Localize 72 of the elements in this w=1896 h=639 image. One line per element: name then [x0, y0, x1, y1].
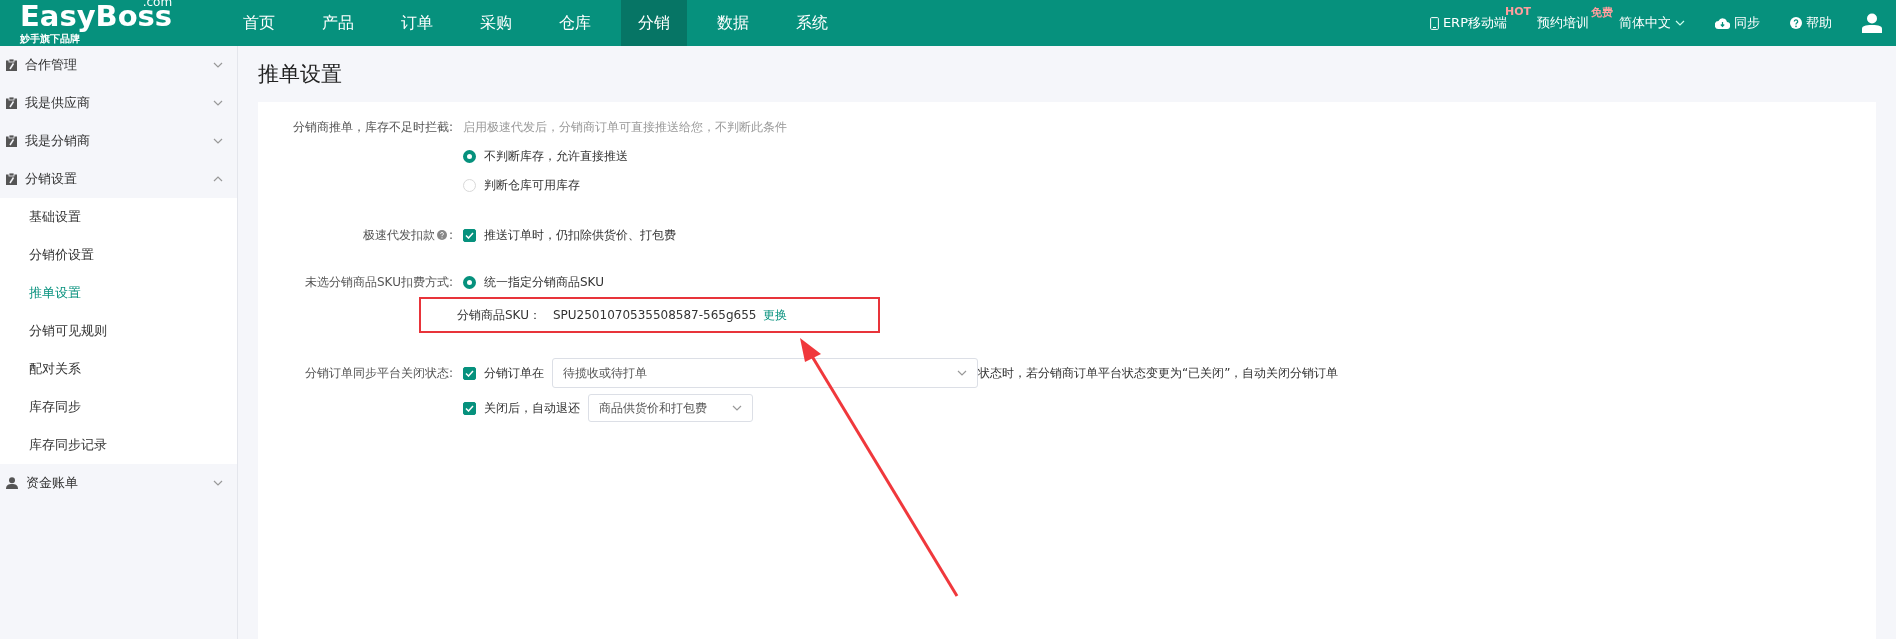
sidebar-group[interactable]: 我是供应商: [0, 84, 237, 122]
chevron-icon: [1675, 20, 1685, 26]
nav-tab[interactable]: 仓库: [542, 0, 608, 46]
clipboard-icon: [6, 97, 17, 109]
field-label: 极速代发扣款: [362, 227, 435, 244]
header-link[interactable]: 简体中文: [1619, 14, 1671, 32]
checkbox[interactable]: [463, 228, 476, 242]
checkbox[interactable]: [463, 401, 476, 415]
header-link[interactable]: 同步: [1734, 14, 1760, 32]
nav-tab[interactable]: 产品: [305, 0, 371, 46]
chevron-icon: [213, 176, 223, 182]
option-label: 分销订单在: [484, 364, 544, 382]
radio-button[interactable]: [463, 149, 476, 163]
badge-label: HOT: [1504, 5, 1531, 18]
radio-button[interactable]: [463, 275, 476, 289]
field-label: 分销订单同步平台关闭状态:: [303, 365, 453, 382]
sidebar-item[interactable]: 库存同步记录: [0, 426, 237, 464]
header-link[interactable]: 预约培训: [1537, 14, 1589, 32]
field-label: 分销商推单，库存不足时拦截:: [291, 119, 453, 136]
option-label: 不判断库存，允许直接推送: [484, 147, 628, 165]
option-label: 推送订单时，仍扣除供货价、打包费: [484, 226, 676, 244]
sidebar-item[interactable]: 分销可见规则: [0, 312, 237, 350]
option-label: 关闭后，自动退还: [484, 399, 580, 417]
nav-tab[interactable]: 采购: [463, 0, 529, 46]
chevron-icon: [213, 100, 223, 106]
header-link[interactable]: 帮助: [1806, 14, 1832, 32]
sidebar-group[interactable]: 资金账单: [0, 464, 237, 502]
sku-label: 分销商品SKU：: [457, 306, 541, 324]
logo-tagline: 妙手旗下品牌: [20, 34, 81, 44]
user-avatar-icon[interactable]: [1862, 13, 1882, 33]
sku-value: SPU2501070535508587-565g655: [552, 308, 757, 322]
nav-tab[interactable]: 系统: [779, 0, 845, 46]
sidebar-item[interactable]: 配对关系: [0, 350, 237, 388]
logo-text: EasyBoss .com: [20, 2, 173, 31]
status-select[interactable]: 待揽收或待打单: [552, 358, 978, 388]
nav-tab[interactable]: 分销: [621, 0, 687, 46]
option-label: 统一指定分销商品SKU: [484, 273, 604, 291]
option-label: 判断仓库可用库存: [484, 176, 580, 194]
chevron-icon: [213, 480, 223, 486]
help-icon[interactable]: [436, 230, 447, 240]
field-label: 未选分销商品SKU扣费方式:: [304, 274, 453, 291]
sidebar-group[interactable]: 分销设置: [0, 160, 237, 198]
sidebar-item[interactable]: 基础设置: [0, 198, 237, 236]
hint-text: 启用极速代发后，分销商订单可直接推送给您，不判断此条件: [463, 119, 788, 136]
header-link[interactable]: ERP移动端: [1442, 14, 1507, 32]
clipboard-icon: [6, 173, 17, 185]
nav-tab[interactable]: 首页: [226, 0, 292, 46]
sidebar-group[interactable]: 合作管理: [0, 46, 237, 84]
cloud-icon: [1715, 17, 1730, 29]
page-title: 推单设置: [258, 61, 343, 88]
badge-label: 免费: [1591, 5, 1613, 20]
chevron-icon: [732, 405, 742, 411]
chevron-icon: [213, 62, 223, 68]
phone-icon: [1429, 16, 1439, 30]
chevron-icon: [213, 138, 223, 144]
nav-tab[interactable]: 数据: [700, 0, 766, 46]
clipboard-icon: [6, 135, 17, 147]
logo-suffix: .com: [142, 0, 173, 8]
refund-select[interactable]: 商品供货价和打包费: [588, 394, 753, 422]
change-link[interactable]: 更换: [762, 306, 787, 324]
nav-tab[interactable]: 订单: [384, 0, 450, 46]
sidebar-item[interactable]: 推单设置: [0, 274, 237, 312]
sidebar-group[interactable]: 我是分销商: [0, 122, 237, 160]
user-icon: [6, 477, 18, 489]
colon-text: :: [448, 227, 453, 244]
checkbox[interactable]: [463, 366, 476, 380]
sidebar-item[interactable]: 库存同步: [0, 388, 237, 426]
clipboard-icon: [6, 59, 17, 71]
chevron-icon: [957, 370, 967, 376]
help-icon: [1790, 17, 1802, 29]
sidebar-item[interactable]: 分销价设置: [0, 236, 237, 274]
option-description: 状态时，若分销商订单平台状态变更为“已关闭”，自动关闭分销订单: [978, 364, 1339, 382]
